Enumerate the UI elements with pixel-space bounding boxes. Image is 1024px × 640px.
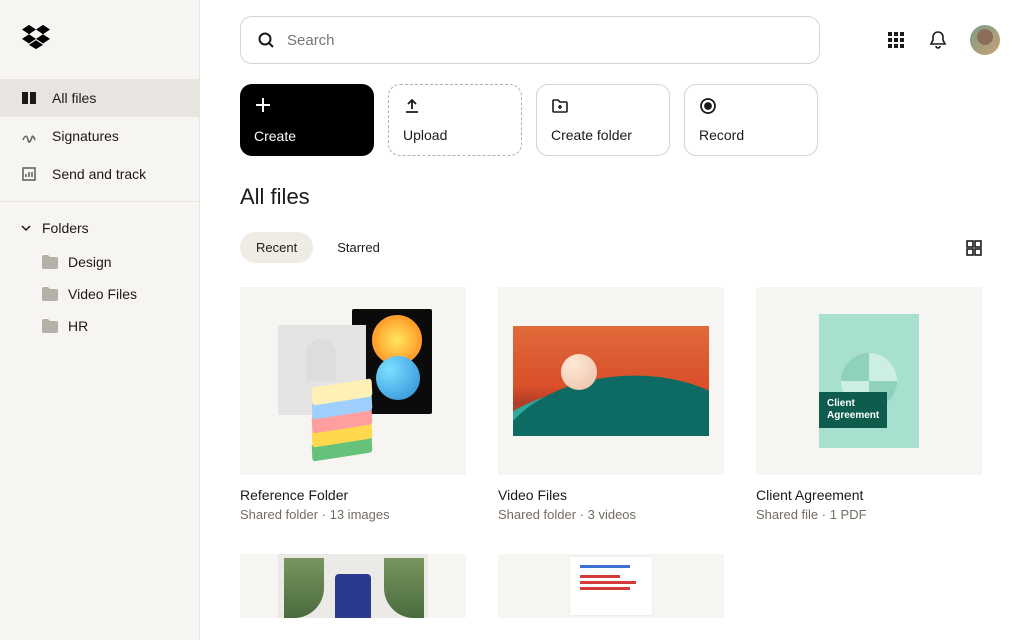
topbar-icons bbox=[886, 25, 1000, 55]
action-bar: Create Upload Create folder Record bbox=[200, 64, 1024, 156]
plus-icon bbox=[254, 96, 272, 114]
thumbnail bbox=[240, 287, 466, 475]
apps-grid-icon[interactable] bbox=[886, 30, 906, 50]
folder-icon bbox=[42, 319, 58, 333]
folder-item-hr[interactable]: HR bbox=[0, 310, 199, 342]
upload-button[interactable]: Upload bbox=[388, 84, 522, 156]
action-label: Record bbox=[699, 127, 803, 143]
folder-icon bbox=[42, 255, 58, 269]
card-subtitle: Shared folder · 3 videos bbox=[498, 507, 724, 522]
search-input[interactable] bbox=[287, 32, 803, 49]
action-label: Create folder bbox=[551, 127, 655, 143]
main: Create Upload Create folder Record All f… bbox=[200, 0, 1024, 640]
search-icon bbox=[257, 31, 275, 49]
notifications-icon[interactable] bbox=[928, 30, 948, 50]
divider bbox=[0, 201, 199, 202]
folders-label: Folders bbox=[42, 220, 89, 236]
card-title: Reference Folder bbox=[240, 487, 466, 503]
card-reference-folder[interactable]: Reference Folder Shared folder · 13 imag… bbox=[240, 287, 466, 522]
card-partial-2[interactable] bbox=[498, 554, 724, 618]
filter-recent[interactable]: Recent bbox=[240, 232, 313, 263]
card-subtitle: Shared folder · 13 images bbox=[240, 507, 466, 522]
avatar[interactable] bbox=[970, 25, 1000, 55]
record-icon bbox=[699, 97, 717, 115]
topbar bbox=[200, 0, 1024, 64]
logo-wrap bbox=[0, 0, 199, 79]
files-icon bbox=[20, 89, 38, 107]
thumbnail bbox=[498, 554, 724, 618]
card-partial-1[interactable] bbox=[240, 554, 466, 618]
action-label: Upload bbox=[403, 127, 507, 143]
folder-item-video-files[interactable]: Video Files bbox=[0, 278, 199, 310]
nav-label: Send and track bbox=[52, 166, 146, 182]
nav-signatures[interactable]: Signatures bbox=[0, 117, 199, 155]
create-button[interactable]: Create bbox=[240, 84, 374, 156]
folder-item-design[interactable]: Design bbox=[0, 246, 199, 278]
doc-chart-icon bbox=[20, 165, 38, 183]
doc-label: Client Agreement bbox=[819, 392, 887, 428]
thumbnail bbox=[498, 287, 724, 475]
search-box[interactable] bbox=[240, 16, 820, 64]
create-folder-button[interactable]: Create folder bbox=[536, 84, 670, 156]
folder-label: HR bbox=[68, 318, 88, 334]
nav-label: Signatures bbox=[52, 128, 119, 144]
folder-icon bbox=[42, 287, 58, 301]
nav-label: All files bbox=[52, 90, 96, 106]
thumbnail: Client Agreement bbox=[756, 287, 982, 475]
page-title: All files bbox=[240, 184, 984, 210]
folder-plus-icon bbox=[551, 97, 569, 115]
filter-starred[interactable]: Starred bbox=[321, 232, 396, 263]
grid-view-toggle-icon[interactable] bbox=[964, 238, 984, 258]
folders-header[interactable]: Folders bbox=[0, 210, 199, 246]
card-title: Client Agreement bbox=[756, 487, 982, 503]
filter-row: Recent Starred bbox=[240, 232, 984, 263]
thumbnail bbox=[240, 554, 466, 618]
upload-icon bbox=[403, 97, 421, 115]
file-grid: Reference Folder Shared folder · 13 imag… bbox=[240, 287, 984, 618]
folder-label: Video Files bbox=[68, 286, 137, 302]
card-client-agreement[interactable]: Client Agreement Client Agreement Shared… bbox=[756, 287, 982, 522]
content: All files Recent Starred Reference Folde… bbox=[200, 156, 1024, 640]
card-video-files[interactable]: Video Files Shared folder · 3 videos bbox=[498, 287, 724, 522]
sidebar: All files Signatures Send and track Fold… bbox=[0, 0, 200, 640]
action-label: Create bbox=[254, 128, 360, 144]
record-button[interactable]: Record bbox=[684, 84, 818, 156]
dropbox-logo-icon[interactable] bbox=[22, 24, 50, 50]
folder-label: Design bbox=[68, 254, 112, 270]
nav-all-files[interactable]: All files bbox=[0, 79, 199, 117]
card-subtitle: Shared file · 1 PDF bbox=[756, 507, 982, 522]
card-title: Video Files bbox=[498, 487, 724, 503]
nav-send-track[interactable]: Send and track bbox=[0, 155, 199, 193]
signature-icon bbox=[20, 127, 38, 145]
chevron-down-icon bbox=[20, 222, 32, 234]
